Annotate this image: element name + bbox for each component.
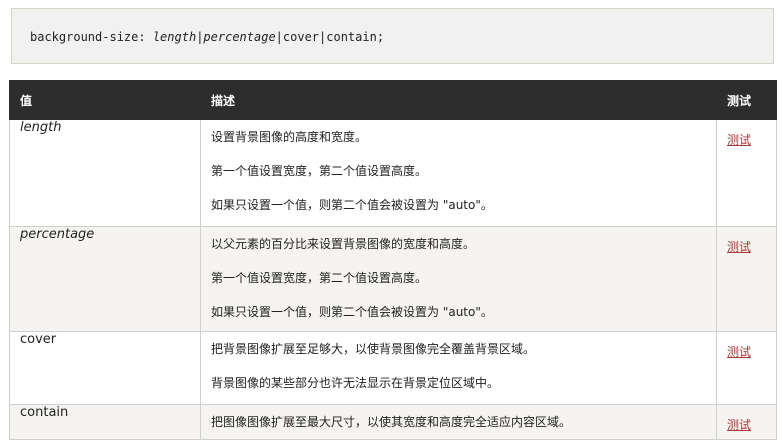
code-rest: |cover|contain; [275, 30, 385, 44]
value-cell: cover [9, 331, 201, 405]
description-line: 把图像图像扩展至最大尺寸，以使其宽度和高度完全适应内容区域。 [211, 415, 572, 429]
test-link[interactable]: 测试 [727, 343, 751, 360]
description-cell: 设置背景图像的高度和宽度。 第一个值设置宽度，第二个值设置高度。 如果只设置一个… [200, 119, 717, 227]
value-cell: length [9, 119, 201, 227]
value-cell: percentage [9, 226, 201, 332]
table-row: length 设置背景图像的高度和宽度。 第一个值设置宽度，第二个值设置高度。 … [9, 119, 777, 227]
description-line: 第一个值设置宽度，第二个值设置高度。 [211, 271, 428, 285]
table-row: cover 把背景图像扩展至足够大，以使背景图像完全覆盖背景区域。 背景图像的某… [9, 331, 777, 405]
syntax-code-block: background-size: length|percentage|cover… [11, 8, 774, 64]
code-option-length: length [152, 30, 197, 44]
value-cell: contain [9, 404, 201, 440]
test-cell: 测试 [716, 404, 777, 440]
description-cell: 以父元素的百分比来设置背景图像的宽度和高度。 第一个值设置宽度，第二个值设置高度… [200, 226, 717, 332]
description-cell: 把背景图像扩展至足够大，以使背景图像完全覆盖背景区域。 背景图像的某些部分也许无… [200, 331, 717, 405]
test-link[interactable]: 测试 [727, 238, 751, 255]
test-cell: 测试 [716, 119, 777, 227]
table-row: contain 把图像图像扩展至最大尺寸，以使其宽度和高度完全适应内容区域。 测… [9, 404, 777, 440]
description-line: 如果只设置一个值，则第二个值会被设置为 "auto"。 [211, 198, 493, 212]
table-header-row: 值 描述 测试 [9, 80, 777, 120]
code-option-percentage: percentage [203, 30, 276, 44]
header-value: 值 [9, 80, 201, 120]
test-link[interactable]: 测试 [727, 416, 751, 433]
property-values-table: 值 描述 测试 length 设置背景图像的高度和宽度。 第一个值设置宽度，第二… [9, 80, 777, 440]
test-cell: 测试 [716, 331, 777, 405]
description-cell: 把图像图像扩展至最大尺寸，以使其宽度和高度完全适应内容区域。 [200, 404, 717, 440]
table-row: percentage 以父元素的百分比来设置背景图像的宽度和高度。 第一个值设置… [9, 226, 777, 332]
header-test: 测试 [716, 80, 777, 120]
test-cell: 测试 [716, 226, 777, 332]
description-line: 把背景图像扩展至足够大，以使背景图像完全覆盖背景区域。 [211, 342, 536, 356]
description-line: 以父元素的百分比来设置背景图像的宽度和高度。 [211, 237, 476, 251]
test-link[interactable]: 测试 [727, 131, 751, 148]
description-line: 背景图像的某些部分也许无法显示在背景定位区域中。 [211, 376, 500, 390]
description-line: 设置背景图像的高度和宽度。 [211, 130, 368, 144]
description-line: 如果只设置一个值，则第二个值会被设置为 "auto"。 [211, 305, 493, 319]
code-prefix: background-size: [30, 30, 153, 44]
description-line: 第一个值设置宽度，第二个值设置高度。 [211, 164, 428, 178]
header-description: 描述 [200, 80, 717, 120]
